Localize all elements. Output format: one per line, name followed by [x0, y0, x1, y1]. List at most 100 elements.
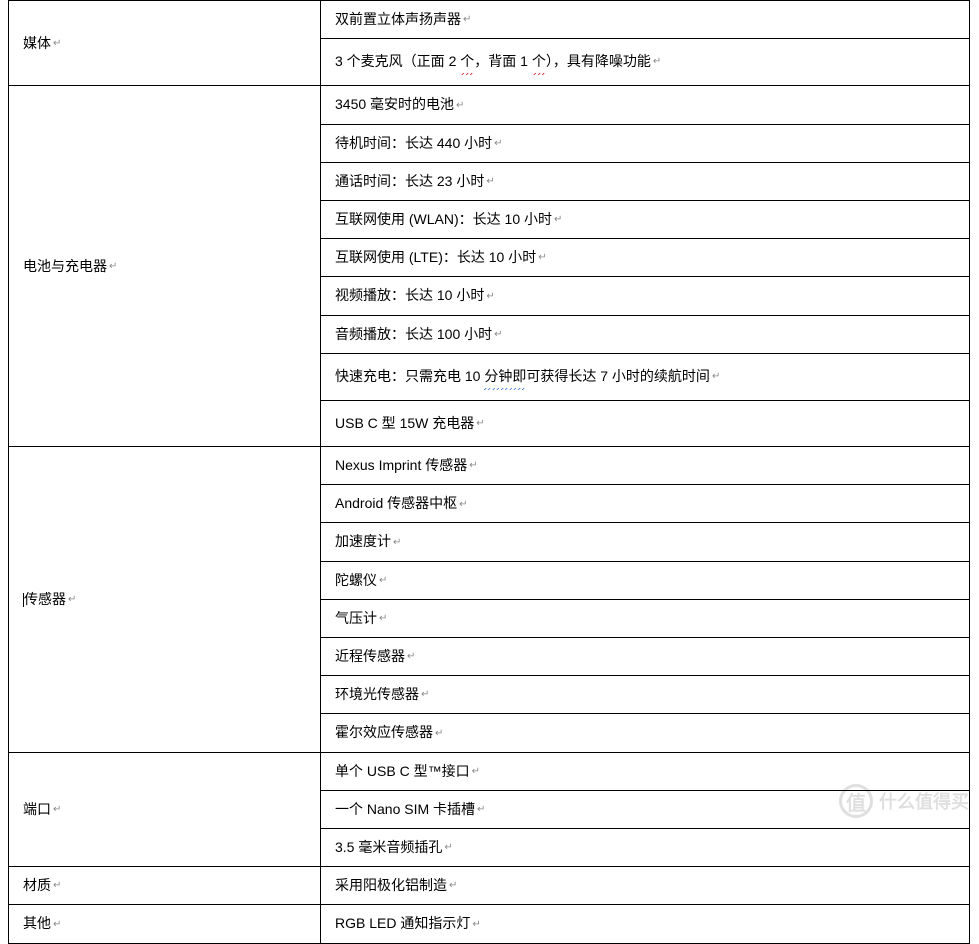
value-cell: 霍尔效应传感器↵: [321, 714, 970, 752]
return-icon: ↵: [444, 839, 452, 857]
value-cell: USB C 型 15W 充电器↵: [321, 400, 970, 446]
category-cell-ports: 端口↵: [9, 752, 321, 867]
category-label: 其他: [23, 915, 51, 931]
category-label: 材质: [23, 877, 51, 893]
return-icon: ↵: [435, 725, 443, 743]
return-icon: ↵: [469, 457, 477, 475]
spellcheck-mark: 个: [460, 49, 474, 75]
return-icon: ↵: [653, 53, 661, 71]
value-cell: 单个 USB C 型™接口↵: [321, 752, 970, 790]
cell-text: Android 传感器中枢: [335, 495, 457, 511]
table-row: 端口↵ 单个 USB C 型™接口↵: [9, 752, 970, 790]
return-icon: ↵: [53, 877, 61, 895]
return-icon: ↵: [477, 801, 485, 819]
value-cell: 采用阳极化铝制造↵: [321, 867, 970, 905]
value-cell: 视频播放：长达 10 小时↵: [321, 277, 970, 315]
cell-text: Nexus Imprint 传感器: [335, 457, 467, 473]
cell-text: 采用阳极化铝制造: [335, 877, 447, 893]
return-icon: ↵: [456, 97, 464, 115]
return-icon: ↵: [486, 288, 494, 306]
cell-text: 音频播放：长达 100 小时: [335, 326, 492, 342]
return-icon: ↵: [109, 258, 117, 276]
category-cell-battery: 电池与充电器↵: [9, 86, 321, 447]
table-row: 电池与充电器↵ 3450 毫安时的电池↵: [9, 86, 970, 124]
return-icon: ↵: [379, 610, 387, 628]
cell-text: 加速度计: [335, 533, 391, 549]
value-cell: 近程传感器↵: [321, 638, 970, 676]
cell-text: 双前置立体声扬声器: [335, 11, 461, 27]
table-row: 材质↵ 采用阳极化铝制造↵: [9, 867, 970, 905]
return-icon: ↵: [554, 211, 562, 229]
cell-text-part: ），具有降噪功能: [546, 53, 651, 69]
category-cell-other: 其他↵: [9, 905, 321, 943]
cell-text-part: 可获得长达 7 小时的续航时间: [526, 368, 710, 384]
return-icon: ↵: [379, 572, 387, 590]
value-cell: 快速充电：只需充电 10 分钟即可获得长达 7 小时的续航时间↵: [321, 353, 970, 400]
table-row: 其他↵ RGB LED 通知指示灯↵: [9, 905, 970, 943]
return-icon: ↵: [393, 534, 401, 552]
category-label: 电池与充电器: [23, 258, 107, 274]
spec-table: 媒体↵ 双前置立体声扬声器↵ 3 个麦克风（正面 2 个，背面 1 个），具有降…: [8, 0, 970, 944]
cell-text: 近程传感器: [335, 648, 405, 664]
table-row: 媒体↵ 双前置立体声扬声器↵: [9, 1, 970, 39]
return-icon: ↵: [421, 686, 429, 704]
cell-text: 一个 Nano SIM 卡插槽: [335, 801, 475, 817]
value-cell: RGB LED 通知指示灯↵: [321, 905, 970, 943]
category-label: 媒体: [23, 35, 51, 51]
spellcheck-mark: 个: [532, 49, 546, 75]
cell-text: 陀螺仪: [335, 572, 377, 588]
table-row: 传感器↵ Nexus Imprint 传感器↵: [9, 447, 970, 485]
value-cell: 通话时间：长达 23 小时↵: [321, 162, 970, 200]
value-cell: 3450 毫安时的电池↵: [321, 86, 970, 124]
value-cell: Nexus Imprint 传感器↵: [321, 447, 970, 485]
cell-text: 3.5 毫米音频插孔: [335, 839, 442, 855]
cell-text: 3450 毫安时的电池: [335, 96, 454, 112]
return-icon: ↵: [459, 496, 467, 514]
return-icon: ↵: [472, 763, 480, 781]
value-cell: 陀螺仪↵: [321, 561, 970, 599]
category-cell-sensors: 传感器↵: [9, 447, 321, 753]
return-icon: ↵: [53, 35, 61, 53]
cell-text: 霍尔效应传感器: [335, 724, 433, 740]
return-icon: ↵: [449, 877, 457, 895]
value-cell: 3 个麦克风（正面 2 个，背面 1 个），具有降噪功能↵: [321, 39, 970, 86]
cell-text-part: ，背面 1: [474, 53, 532, 69]
return-icon: ↵: [472, 916, 480, 934]
value-cell: 互联网使用 (WLAN)：长达 10 小时↵: [321, 200, 970, 238]
return-icon: ↵: [712, 368, 720, 386]
value-cell: 环境光传感器↵: [321, 676, 970, 714]
return-icon: ↵: [476, 415, 484, 433]
cell-text: USB C 型 15W 充电器: [335, 415, 474, 431]
value-cell: 一个 Nano SIM 卡插槽↵: [321, 790, 970, 828]
return-icon: ↵: [53, 801, 61, 819]
value-cell: 互联网使用 (LTE)：长达 10 小时↵: [321, 239, 970, 277]
return-icon: ↵: [494, 326, 502, 344]
cell-text-part: 快速充电：只需充电 10: [335, 368, 484, 384]
return-icon: ↵: [68, 591, 76, 609]
category-label: 端口: [23, 801, 51, 817]
value-cell: 待机时间：长达 440 小时↵: [321, 124, 970, 162]
cell-text: 互联网使用 (LTE)：长达 10 小时: [335, 249, 536, 265]
cell-text: 环境光传感器: [335, 686, 419, 702]
cell-text: 单个 USB C 型™接口: [335, 763, 470, 779]
category-cell-media: 媒体↵: [9, 1, 321, 86]
cell-text: RGB LED 通知指示灯: [335, 915, 470, 931]
value-cell: 双前置立体声扬声器↵: [321, 1, 970, 39]
value-cell: 音频播放：长达 100 小时↵: [321, 315, 970, 353]
cell-text: 气压计: [335, 610, 377, 626]
return-icon: ↵: [538, 249, 546, 267]
cell-text: 待机时间：长达 440 小时: [335, 135, 492, 151]
category-cell-material: 材质↵: [9, 867, 321, 905]
return-icon: ↵: [407, 648, 415, 666]
cell-text: 视频播放：长达 10 小时: [335, 287, 484, 303]
value-cell: 加速度计↵: [321, 523, 970, 561]
return-icon: ↵: [486, 173, 494, 191]
value-cell: 气压计↵: [321, 599, 970, 637]
value-cell: 3.5 毫米音频插孔↵: [321, 828, 970, 866]
cell-text-part: 3 个麦克风（正面 2: [335, 53, 460, 69]
return-icon: ↵: [494, 135, 502, 153]
grammar-mark: 分钟即: [484, 364, 526, 390]
cell-text: 互联网使用 (WLAN)：长达 10 小时: [335, 211, 552, 227]
cell-text: 通话时间：长达 23 小时: [335, 173, 484, 189]
value-cell: Android 传感器中枢↵: [321, 485, 970, 523]
